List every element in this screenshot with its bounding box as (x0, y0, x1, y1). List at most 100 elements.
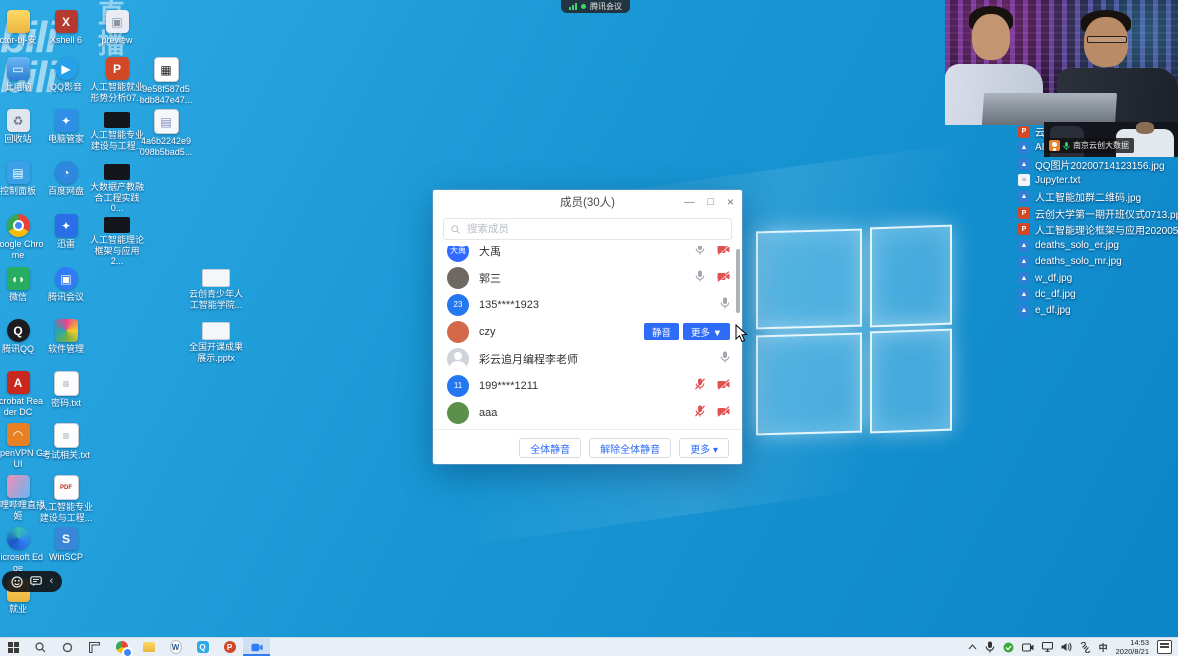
desktop-icon[interactable]: ▣preview (90, 10, 144, 46)
imgwhite-icon (202, 322, 230, 340)
member-more-button[interactable]: 更多 ▼ (683, 323, 730, 340)
unmute-all-button[interactable]: 解除全体静音 (589, 438, 671, 458)
desktop-icon[interactable]: ◔百度网盘 (39, 161, 93, 197)
file-list-item[interactable]: ≡Jupyter.txt (1018, 173, 1081, 188)
desktop-icon-label: ctor-bj-安 (0, 35, 37, 46)
collapse-chevron-icon[interactable]: ‹ (50, 576, 54, 587)
desktop-icon[interactable]: ✦电脑管家 (39, 109, 93, 145)
maximize-button[interactable]: □ (708, 196, 714, 208)
file-list-item[interactable]: ▲人工智能加群二维码.jpg (1018, 189, 1141, 204)
tray-mic-icon[interactable] (985, 641, 995, 653)
tray-ime-indicator[interactable]: 中 (1099, 641, 1108, 654)
participant-name: 南京云创大数据 (1073, 140, 1129, 151)
desktop-icon[interactable]: PDF人工智能专业 建设与工程... (39, 475, 93, 523)
mic-icon (720, 351, 730, 366)
member-row[interactable]: 大禹大禹 (433, 246, 742, 264)
desktop-icon-label: 人工智能理论 框架与应用2... (90, 235, 144, 267)
member-row[interactable]: czy静音更多 ▼ (433, 318, 742, 345)
pc-icon: ▭ (7, 57, 30, 80)
tray-volume-icon[interactable] (1061, 642, 1072, 652)
mic-off-icon (695, 405, 705, 420)
member-row[interactable] (433, 426, 742, 429)
file-list-item[interactable]: ▲dc_df.jpg (1018, 287, 1076, 302)
taskbar-word-icon[interactable]: W (162, 638, 189, 656)
file-list-item[interactable]: ▲e_df.jpg (1018, 303, 1071, 318)
desktop-icon[interactable]: ▦9e58f587d5 bdb847e47... (139, 57, 193, 105)
desktop-icon[interactable]: 云创青少年人 工智能学院... (189, 266, 243, 310)
desktop-icon[interactable]: SWinSCP (39, 527, 93, 563)
mic-on-icon (1063, 141, 1070, 151)
member-search-box[interactable] (443, 218, 732, 240)
desktop-icon[interactable]: P人工智能就业 形势分析07... (90, 57, 144, 103)
taskbar-search-icon[interactable] (27, 638, 54, 656)
taskbar-taskview-icon[interactable] (81, 638, 108, 656)
desktop-icon[interactable]: ▶QQ影音 (39, 57, 93, 93)
member-row[interactable]: 11199****1211 (433, 372, 742, 399)
mute-member-button[interactable]: 静音 (644, 323, 679, 340)
txt-icon: ≡ (54, 371, 79, 396)
qq-icon: Q (7, 319, 30, 342)
taskbar-cortana-icon[interactable] (54, 638, 81, 656)
file-name: 人工智能加群二维码.jpg (1035, 189, 1141, 204)
desktop-icon[interactable]: ✦迅雷 (39, 214, 93, 250)
file-list-item[interactable]: P云创大学第一期开班仪式0713.pptx (1018, 206, 1178, 221)
file-list-item[interactable]: ▲deaths_solo_er.jpg (1018, 238, 1119, 253)
desktop-icon-label: OpenVPN G UI (0, 448, 43, 469)
desktop-icon-label: 4a6b2242e9 098b5bad5... (140, 136, 193, 157)
taskbar-powerpoint-icon[interactable]: P (216, 638, 243, 656)
member-row[interactable]: 23135****1923 (433, 291, 742, 318)
file-list-item[interactable]: ▲w_df.jpg (1018, 271, 1072, 286)
taskbar-tim-icon[interactable]: Q (189, 638, 216, 656)
scrollbar-thumb[interactable] (736, 249, 740, 313)
edge-icon (7, 527, 30, 550)
desktop-icon-label: 密码.txt (51, 398, 81, 409)
member-row[interactable]: 彩云追月编程李老师 (433, 345, 742, 372)
desktop-icon[interactable]: ≡ 密码.txt (39, 371, 93, 409)
tray-camera-icon[interactable] (1022, 643, 1034, 652)
file-name: 人工智能理论框架与应用20200506.pptx (1035, 222, 1178, 237)
desktop-icon[interactable]: XXshell 6 (39, 10, 93, 46)
file-list-item[interactable]: P人工智能理论框架与应用20200506.pptx (1018, 222, 1178, 237)
desktop-icon[interactable]: ▤4a6b2242e9 098b5bad5... (139, 109, 193, 157)
taskbar-clock[interactable]: 14:53 2020/8/21 (1116, 638, 1149, 656)
meeting-status-pill[interactable]: 腾讯会议 (561, 0, 630, 13)
desktop-icon[interactable]: ▣腾讯会议 (39, 267, 93, 303)
action-center-icon[interactable] (1157, 640, 1172, 654)
desktop-icon[interactable]: 软件管理 (39, 319, 93, 355)
desktop-icon[interactable]: ≡考试相关.txt (39, 423, 93, 461)
dialog-titlebar[interactable]: 成员(30人) — □ × (433, 190, 742, 214)
desktop-icon[interactable]: 大数据产教融 合工程实践0... (90, 161, 144, 214)
qqplayer-icon: ▶ (55, 57, 78, 80)
minimize-button[interactable]: — (684, 196, 695, 208)
desktop-icon[interactable]: 全国开课成果 展示.pptx (189, 319, 243, 363)
ppt-file-icon: P (1018, 207, 1030, 219)
netdisk-icon: ◔ (55, 161, 78, 184)
member-row[interactable]: aaa (433, 399, 742, 426)
img-file-icon: ▲ (1018, 305, 1030, 317)
tray-shield-icon[interactable] (1003, 642, 1014, 653)
desktop-icon-label: Xshell 6 (50, 35, 82, 46)
desktop-icon[interactable]: 人工智能理论 框架与应用2... (90, 214, 144, 267)
search-input[interactable] (465, 222, 724, 236)
taskbar-meeting-icon[interactable] (243, 638, 270, 656)
signal-bars-icon (569, 3, 577, 10)
taskbar-explorer-icon[interactable] (135, 638, 162, 656)
recording-dot-icon (581, 4, 586, 9)
taskbar-chrome-icon[interactable] (108, 638, 135, 656)
tray-monitor-icon[interactable] (1042, 642, 1053, 652)
mute-all-button[interactable]: 全体静音 (519, 438, 581, 458)
close-button[interactable]: × (727, 195, 734, 209)
member-row[interactable]: 郭三 (433, 264, 742, 291)
webcam-feed-secondary: 南京云创大数据 (1044, 122, 1178, 157)
tray-chevron-up-icon[interactable] (968, 644, 977, 650)
file-list-item[interactable]: ▲QQ图片20200714123156.jpg (1018, 157, 1165, 172)
chat-icon[interactable] (30, 576, 42, 587)
desktop-icon-label: Google Chro me (0, 239, 44, 260)
taskbar-start-icon[interactable] (0, 638, 27, 656)
emoji-icon[interactable] (11, 576, 23, 588)
footer-more-button[interactable]: 更多 ▾ (679, 438, 729, 458)
tray-link-icon[interactable] (1080, 642, 1091, 653)
file-list-item[interactable]: ▲deaths_solo_mr.jpg (1018, 254, 1122, 269)
pdf-icon: PDF (54, 475, 79, 500)
desktop-icon[interactable]: 人工智能专业 建设与工程... (90, 109, 144, 151)
